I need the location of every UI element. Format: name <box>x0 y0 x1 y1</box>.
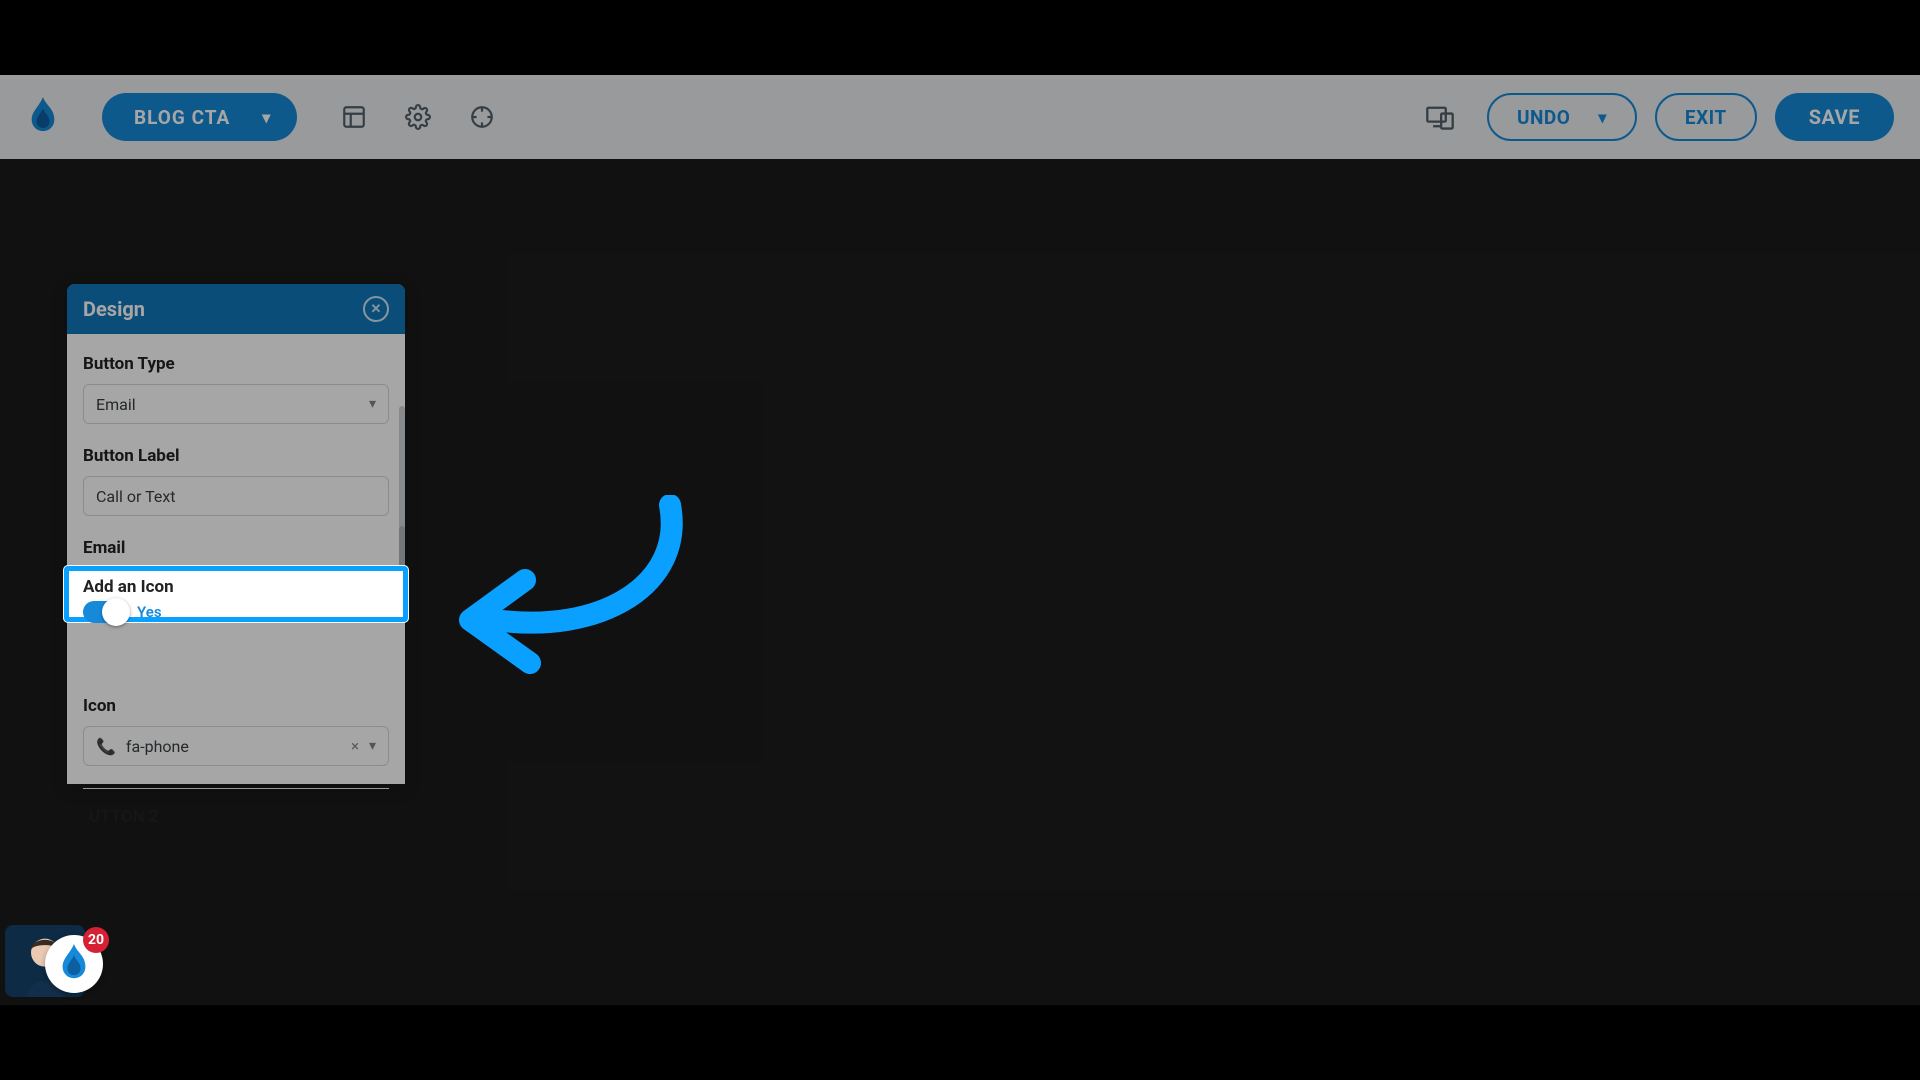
panel-body: Button Type Email ▾ Button Label Call or… <box>67 334 405 784</box>
button-label-input[interactable]: Call or Text <box>83 476 389 516</box>
chevron-down-icon: ▾ <box>369 738 376 754</box>
devices-icon[interactable] <box>1425 102 1455 132</box>
chevron-down-icon: ▾ <box>369 396 376 412</box>
panel-header: Design ✕ <box>67 284 405 334</box>
exit-button[interactable]: EXIT <box>1655 93 1757 141</box>
icon-field-label: Icon <box>83 696 389 716</box>
notification-count-badge: 20 <box>83 927 109 953</box>
panel-title: Design <box>83 297 145 321</box>
layout-icon[interactable] <box>341 104 367 130</box>
save-label: SAVE <box>1809 105 1860 129</box>
support-chat-widget[interactable]: 20 <box>5 925 99 997</box>
toolbar-icons <box>341 104 495 130</box>
button-label-value: Call or Text <box>96 487 176 506</box>
app-area: BLOG CTA ▾ UNDO ▾ EXIT SAVE <box>0 75 1920 1005</box>
annotation-arrow-icon <box>450 495 720 699</box>
clear-icon[interactable]: × <box>351 737 359 755</box>
undo-button[interactable]: UNDO ▾ <box>1487 93 1637 141</box>
crosshair-icon[interactable] <box>469 104 495 130</box>
flame-logo-icon <box>26 97 60 137</box>
email-label: Email <box>83 538 389 558</box>
collapsed-section[interactable]: UTTON 2 <box>83 788 389 827</box>
button-type-label: Button Type <box>83 354 389 374</box>
page-selector-label: BLOG CTA <box>134 106 230 129</box>
add-icon-toggle[interactable] <box>83 601 127 623</box>
exit-label: EXIT <box>1685 106 1727 129</box>
icon-select[interactable]: 📞 fa-phone × ▾ <box>83 726 389 766</box>
undo-label: UNDO <box>1517 106 1570 129</box>
add-icon-label: Add an Icon <box>83 577 389 597</box>
chevron-down-icon: ▾ <box>262 108 271 127</box>
save-button[interactable]: SAVE <box>1775 93 1894 141</box>
icon-value: fa-phone <box>126 737 189 756</box>
top-toolbar: BLOG CTA ▾ UNDO ▾ EXIT SAVE <box>0 75 1920 159</box>
phone-icon: 📞 <box>96 737 116 756</box>
add-an-icon-highlight: Add an Icon Yes <box>64 566 408 622</box>
close-icon[interactable]: ✕ <box>363 296 389 322</box>
page-selector-dropdown[interactable]: BLOG CTA ▾ <box>102 93 297 141</box>
design-panel: Design ✕ Button Type Email ▾ Button Labe… <box>67 284 405 784</box>
button-type-value: Email <box>96 395 136 414</box>
button-label-label: Button Label <box>83 446 389 466</box>
button-type-select[interactable]: Email ▾ <box>83 384 389 424</box>
add-icon-toggle-value: Yes <box>137 603 162 621</box>
chevron-down-icon: ▾ <box>1598 108 1607 127</box>
gear-icon[interactable] <box>405 104 431 130</box>
